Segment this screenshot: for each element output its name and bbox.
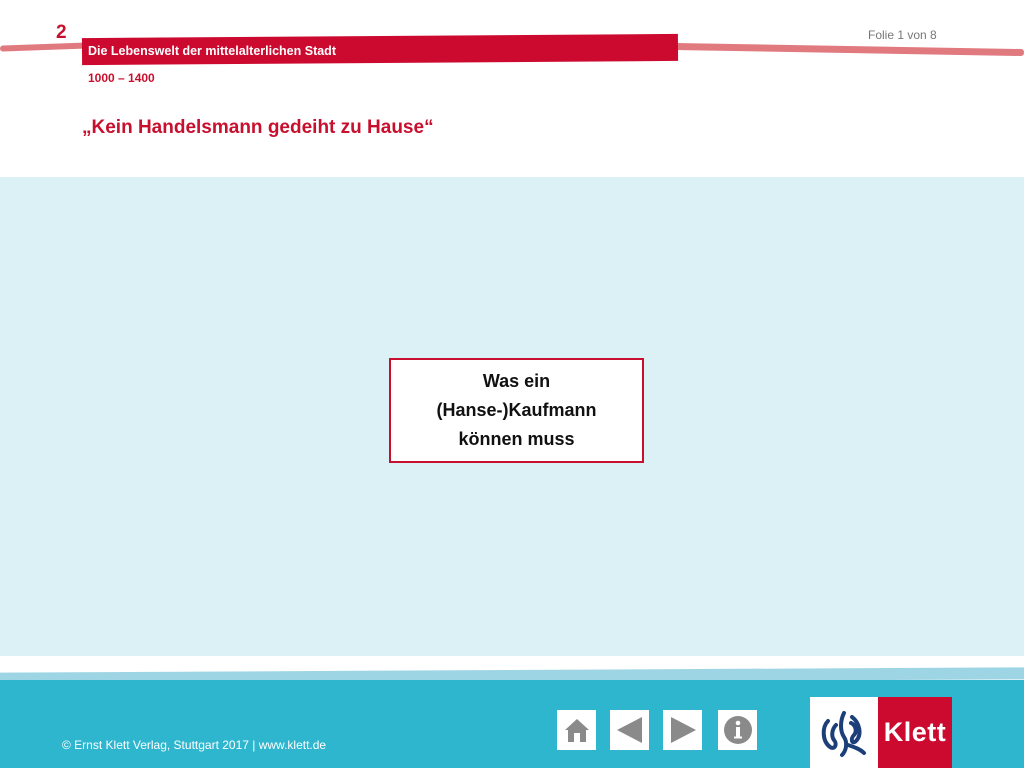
klett-logo[interactable]: Klett <box>810 697 952 768</box>
previous-slide-button[interactable] <box>610 710 649 750</box>
copyright-text: © Ernst Klett Verlag, Stuttgart 2017 | w… <box>62 738 327 752</box>
topic-line-1: Was ein <box>482 371 551 391</box>
period-label: 1000 – 1400 <box>88 71 155 85</box>
slide-counter: Folie 1 von 8 <box>868 28 937 42</box>
chapter-number: 2 <box>56 22 67 43</box>
next-slide-button[interactable] <box>663 710 702 750</box>
home-button[interactable] <box>557 710 596 750</box>
home-icon <box>564 719 589 742</box>
info-button[interactable] <box>718 710 757 750</box>
header-stripe-left <box>0 42 90 52</box>
slide-title: „Kein Handelsmann gedeiht zu Hause“ <box>82 117 434 138</box>
klett-emblem-icon <box>810 697 878 768</box>
topic-link-box[interactable]: Was ein (Hanse-)Kaufmann können muss <box>389 358 644 463</box>
topic-line-3: können muss <box>458 429 575 449</box>
arrow-right-icon <box>670 717 696 743</box>
header-stripe-right <box>671 42 1024 57</box>
arrow-left-icon <box>616 717 642 743</box>
klett-logo-text: Klett <box>883 717 947 747</box>
klett-wordmark: Klett <box>878 697 952 768</box>
info-icon <box>723 716 752 744</box>
chapter-title: Die Lebenswelt der mittelalterlichen Sta… <box>88 44 336 58</box>
topic-line-2: (Hanse-)Kaufmann <box>436 400 597 420</box>
